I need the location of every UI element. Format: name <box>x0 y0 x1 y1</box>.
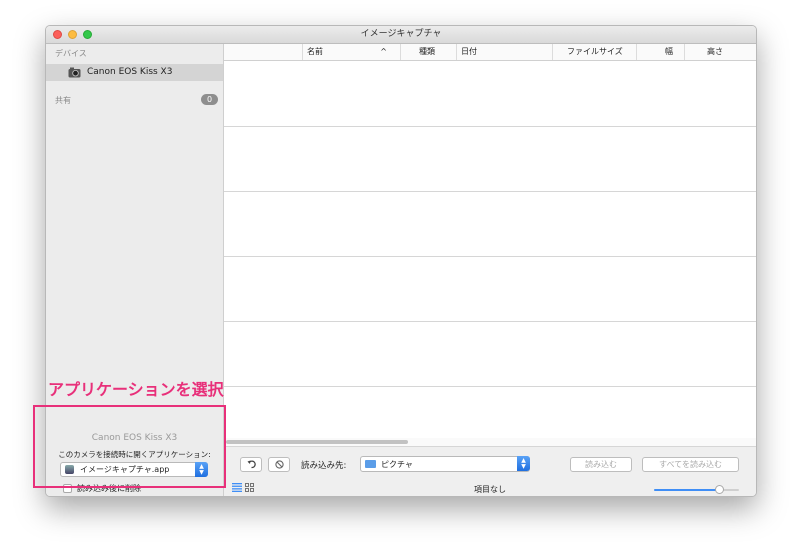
rotate-left-button[interactable] <box>240 457 262 472</box>
bottom-toolbar: 読み込み先: ピクチャ ▲ ▼ 読み込む すべてを読み込む 項目なし <box>224 446 756 496</box>
shared-count-badge: 0 <box>201 94 218 105</box>
sidebar-item-label: Canon EOS Kiss X3 <box>87 67 173 77</box>
file-list[interactable] <box>224 61 756 438</box>
zoom-window-button[interactable] <box>83 30 92 39</box>
sidebar-item-camera[interactable]: Canon EOS Kiss X3 <box>46 64 223 81</box>
shared-section-header: 共有 <box>55 96 71 105</box>
column-name[interactable]: 名前 ^ <box>302 44 392 60</box>
import-all-button[interactable]: すべてを読み込む <box>642 457 739 472</box>
row-divider <box>224 191 756 192</box>
thumbnail-size-slider[interactable] <box>654 485 739 494</box>
import-to-label: 読み込み先: <box>301 461 347 471</box>
folder-icon <box>365 460 376 468</box>
list-view-icon[interactable] <box>232 483 242 492</box>
column-width-label: 幅 <box>665 47 673 56</box>
annotation-highlight-box <box>33 405 226 488</box>
close-window-button[interactable] <box>53 30 62 39</box>
column-date[interactable]: 日付 <box>456 44 551 60</box>
rotate-left-icon <box>247 460 256 469</box>
column-date-label: 日付 <box>461 47 477 56</box>
no-entry-icon <box>274 460 284 469</box>
column-kind[interactable]: 種類 <box>400 44 455 60</box>
column-kind-label: 種類 <box>419 47 435 56</box>
slider-fill <box>654 489 720 491</box>
delete-button[interactable] <box>268 457 290 472</box>
column-height[interactable]: 高さ <box>684 44 736 60</box>
import-destination-popup[interactable]: ピクチャ ▲ ▼ <box>360 456 530 472</box>
title-bar: イメージキャプチャ <box>46 26 756 44</box>
import-button[interactable]: 読み込む <box>570 457 632 472</box>
slider-knob[interactable] <box>714 485 724 494</box>
devices-section-header: デバイス <box>55 49 87 58</box>
row-divider <box>224 386 756 387</box>
scrollbar-thumb[interactable] <box>226 440 408 444</box>
camera-icon <box>68 67 81 78</box>
sort-ascending-icon: ^ <box>380 47 387 56</box>
horizontal-scrollbar[interactable] <box>224 438 756 446</box>
column-height-label: 高さ <box>707 47 723 56</box>
table-header: 名前 ^ 種類 日付 ファイルサイズ 幅 高さ <box>224 44 756 61</box>
column-file-size-label: ファイルサイズ <box>567 47 623 56</box>
column-name-label: 名前 <box>307 47 323 56</box>
minimize-window-button[interactable] <box>68 30 77 39</box>
popup-stepper: ▲ ▼ <box>517 456 530 471</box>
grid-view-icon[interactable] <box>245 483 254 492</box>
row-divider <box>224 126 756 127</box>
column-file-size[interactable]: ファイルサイズ <box>552 44 636 60</box>
import-destination-value: ピクチャ <box>381 460 413 469</box>
annotation-label: アプリケーションを選択 <box>48 380 224 399</box>
column-width[interactable]: 幅 <box>636 44 683 60</box>
row-divider <box>224 256 756 257</box>
chevron-down-icon: ▼ <box>521 463 526 470</box>
row-divider <box>224 321 756 322</box>
window-title: イメージキャプチャ <box>360 29 442 39</box>
status-text: 項目なし <box>474 485 506 494</box>
